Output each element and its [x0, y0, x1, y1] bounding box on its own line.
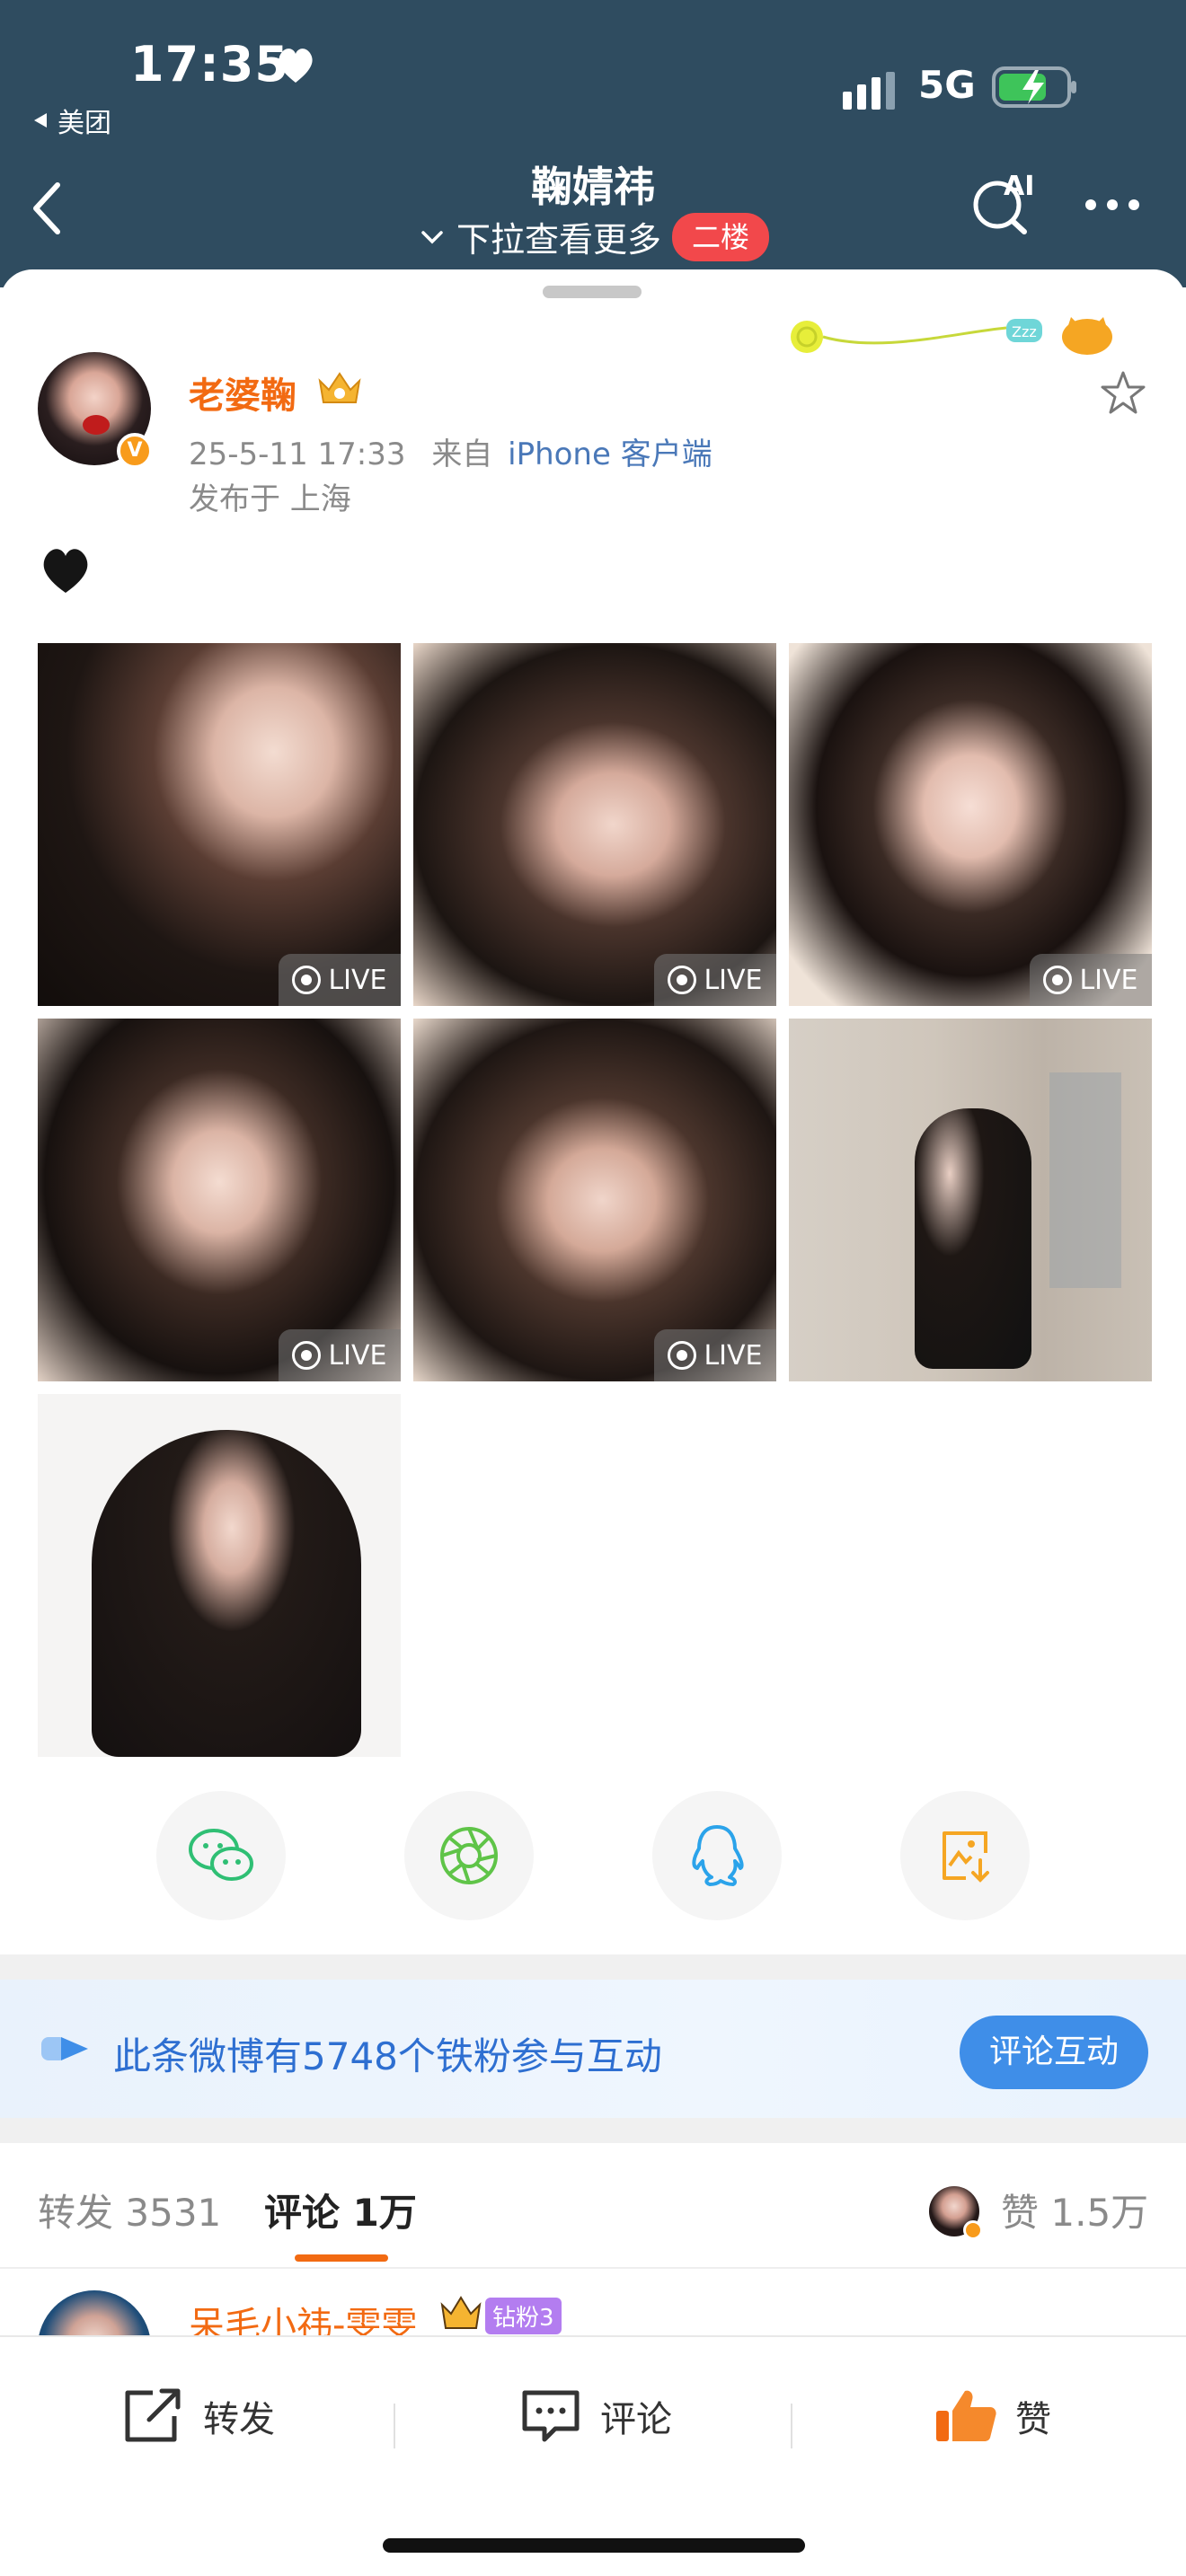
photo-3[interactable]: LIVE [789, 643, 1152, 1006]
author-name[interactable]: 老婆鞠 [189, 366, 296, 419]
moments-icon [440, 1827, 498, 1884]
liker-avatar [929, 2186, 983, 2240]
crown-badge-icon [440, 2296, 482, 2329]
post-source-prefix: 来自 [431, 437, 493, 472]
favorite-star-icon[interactable] [1098, 368, 1148, 419]
commenter-name[interactable]: 呆毛小祎-雯雯 [189, 2296, 417, 2335]
tab-like[interactable]: 赞 1.5万 [1001, 2183, 1148, 2237]
share-row [0, 1791, 1186, 1922]
back-app-label: 美团 [58, 108, 111, 139]
live-photo-icon [292, 966, 322, 994]
post-source-app[interactable]: iPhone 客户端 [508, 437, 712, 472]
comment-button[interactable]: 评论 [519, 2387, 672, 2445]
verified-badge-icon: V [117, 433, 153, 469]
signal-icon [843, 72, 895, 110]
interaction-tabs: 转发 3531 评论 1万 赞 1.5万 [0, 2143, 1186, 2269]
qq-icon [692, 1825, 744, 1886]
fan-level-badge: 钻粉3 [485, 2298, 562, 2334]
comment-interact-button[interactable]: 评论互动 [960, 2016, 1148, 2089]
photo-6[interactable] [789, 1019, 1152, 1381]
photo-7[interactable] [38, 1394, 401, 1757]
post-location: 发布于 上海 [189, 481, 351, 517]
live-badge: LIVE [279, 1329, 401, 1381]
like-button[interactable]: 赞 [934, 2387, 1051, 2445]
live-photo-icon [668, 1341, 697, 1370]
live-badge: LIVE [279, 954, 401, 1006]
live-photo-icon [292, 1341, 322, 1370]
page: 17:35 美团 5G 鞠婧祎 下拉查看更多 二楼 AI Zzz V 老婆鞠 2… [0, 0, 1186, 2576]
back-to-app-link[interactable]: 美团 [32, 101, 111, 140]
repost-icon [125, 2388, 181, 2442]
comment-preview[interactable]: 呆毛小祎-雯雯 钻粉3 [0, 2269, 1186, 2335]
fans-interaction-text: 此条微博有5748个铁粉参与互动 [113, 2034, 662, 2078]
more-options-icon[interactable] [1085, 199, 1139, 210]
tab-repost[interactable]: 转发 3531 [38, 2183, 221, 2237]
home-indicator[interactable] [383, 2538, 805, 2553]
section-divider [0, 2118, 1186, 2143]
wechat-icon [189, 1829, 253, 1881]
chevron-down-icon [421, 230, 443, 243]
thumbs-up-icon [936, 2390, 996, 2441]
separator [791, 2404, 792, 2448]
drag-handle[interactable] [543, 286, 642, 298]
photo-2[interactable]: LIVE [413, 643, 776, 1006]
share-moments-button[interactable] [404, 1791, 534, 1920]
svg-text:Zzz: Zzz [1012, 323, 1037, 340]
black-heart-emoji-icon [43, 549, 88, 593]
photo-5[interactable]: LIVE [413, 1019, 776, 1381]
active-tab-indicator [295, 2254, 388, 2262]
repost-button[interactable]: 转发 [122, 2387, 275, 2445]
network-type: 5G [918, 63, 976, 107]
share-wechat-button[interactable] [156, 1791, 286, 1920]
post-timestamp: 25-5-11 17:33 [189, 437, 406, 472]
share-qq-button[interactable] [652, 1791, 782, 1920]
live-badge: LIVE [654, 954, 776, 1006]
heart-icon [279, 49, 313, 83]
pull-down-label: 下拉查看更多 [456, 220, 662, 260]
live-badge: LIVE [654, 1329, 776, 1381]
status-time: 17:35 [130, 36, 289, 93]
pull-down-hint[interactable]: 下拉查看更多 二楼 [419, 212, 770, 261]
play-arrow-icon [41, 2037, 88, 2060]
battery-icon [992, 66, 1076, 108]
commenter-avatar[interactable] [38, 2290, 151, 2335]
save-image-button[interactable] [900, 1791, 1030, 1920]
fans-interaction-banner[interactable]: 此条微博有5748个铁粉参与互动 评论互动 [0, 1980, 1186, 2118]
separator [394, 2404, 395, 2448]
comment-icon [522, 2390, 580, 2442]
sleeping-cat-decoration-icon: Zzz [791, 317, 1112, 355]
post-meta: 25-5-11 17:33 来自 iPhone 客户端 [189, 429, 712, 473]
tab-comment[interactable]: 评论 1万 [264, 2183, 417, 2237]
live-photo-icon [668, 966, 697, 994]
live-photo-icon [1043, 966, 1073, 994]
second-floor-badge: 二楼 [672, 212, 770, 261]
back-triangle-icon [34, 113, 47, 128]
crown-badge-icon [318, 372, 361, 403]
photo-1[interactable]: LIVE [38, 643, 401, 1006]
photo-4[interactable]: LIVE [38, 1019, 401, 1381]
save-image-icon [943, 1831, 989, 1883]
header: 17:35 美团 5G 鞠婧祎 下拉查看更多 二楼 AI [0, 0, 1186, 287]
live-badge: LIVE [1030, 954, 1152, 1006]
ai-label: AI [1004, 171, 1035, 202]
section-divider [0, 1954, 1186, 1980]
